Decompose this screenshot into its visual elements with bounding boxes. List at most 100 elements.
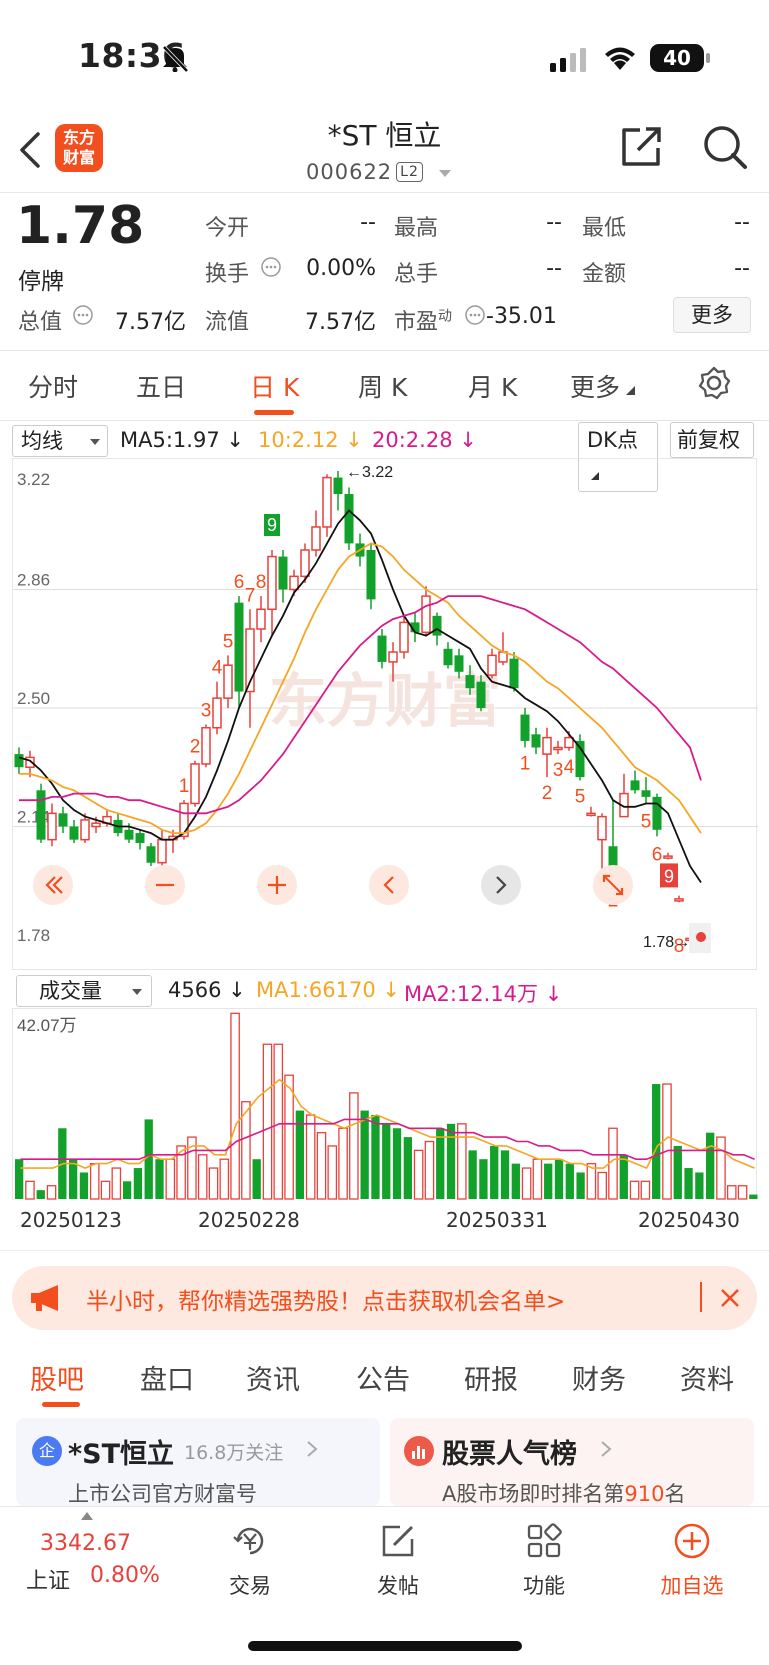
volume-bar-up: [46, 1185, 57, 1200]
tab-finance[interactable]: 财务: [572, 1358, 626, 1397]
volume-bar-down: [490, 1145, 499, 1199]
candle-body-up: [91, 822, 101, 828]
candle-body-up: [80, 819, 90, 841]
more-button[interactable]: 更多: [673, 297, 751, 333]
pe-value: -35.01: [486, 304, 557, 329]
candle-body-down: [278, 556, 288, 590]
card-right-title: 股票人气榜: [442, 1439, 577, 1470]
volume-bar-up: [597, 1171, 607, 1200]
tab-monthly-k[interactable]: 月 K: [468, 368, 517, 404]
tab-daily-k[interactable]: 日 K: [250, 368, 299, 404]
tab-more[interactable]: 更多: [570, 368, 636, 404]
volume-bar-up: [640, 1180, 651, 1200]
candle-body-down: [443, 648, 453, 666]
info-icon[interactable]: [464, 304, 486, 326]
search-icon[interactable]: [702, 124, 748, 170]
official-account-card[interactable]: 企 *ST恒立 16.8万关注 上市公司官方财富号: [16, 1418, 380, 1506]
info-icon[interactable]: [72, 304, 94, 326]
share-icon[interactable]: [618, 124, 664, 170]
index-value[interactable]: 3342.67: [40, 1531, 131, 1556]
ma5-value: MA5:1.97: [120, 428, 220, 452]
volume-bar-down: [511, 1163, 520, 1199]
candle-body-up: [586, 812, 596, 817]
candle-body-down: [36, 790, 46, 840]
float-label: 流值: [205, 310, 250, 335]
volume-bar-down: [36, 1190, 45, 1199]
ma-legend-bar: 均线 MA5:1.97 ↓ 10:2.12 ↓ 20:2.28 ↓ DK点 前复…: [0, 422, 769, 492]
rank-number: 910: [624, 1482, 665, 1506]
volume-bar-down: [673, 1145, 682, 1199]
volume-bar-down: [468, 1150, 477, 1199]
volume-bar-up: [586, 1162, 597, 1200]
tab-five-day[interactable]: 五日: [136, 368, 186, 404]
volume-bar-up: [327, 1145, 338, 1200]
kline-chart[interactable]: 3.222.862.502.141.78东方财富1234567891234525…: [12, 458, 758, 971]
date-label-2: 20250228: [198, 1208, 300, 1232]
rank-suffix: 名: [664, 1482, 686, 1506]
close-icon[interactable]: [718, 1286, 742, 1310]
candle-body-down: [465, 675, 475, 689]
info-icon[interactable]: [260, 256, 282, 278]
volume-bar-up: [111, 1167, 122, 1200]
next-button[interactable]: [481, 865, 521, 905]
volume-bar-up: [608, 1127, 618, 1200]
candle-body-up: [289, 575, 299, 591]
candle-body-down: [531, 734, 541, 748]
nav-trade[interactable]: 交易: [200, 1521, 300, 1600]
last-price-label: 1.78→: [643, 934, 690, 951]
megaphone-icon: [31, 1285, 58, 1311]
volume-bar-up: [230, 1012, 240, 1200]
vol-ma2-value: MA2:12.14万: [404, 982, 539, 1006]
candle-body-down: [333, 477, 343, 495]
nav-add-watchlist[interactable]: 加自选: [642, 1521, 742, 1600]
banner-separator: [700, 1282, 702, 1312]
nav-functions[interactable]: 功能: [494, 1521, 594, 1600]
td-label: 9: [267, 515, 277, 535]
float-value: 7.57亿: [305, 310, 376, 335]
td-label: 3: [201, 700, 212, 721]
stock-code-row[interactable]: 000622 L2: [306, 160, 453, 184]
volume-bar-down: [652, 1084, 661, 1199]
tab-announcements[interactable]: 公告: [356, 1358, 410, 1397]
popularity-card[interactable]: 股票人气榜 A股市场即时排名第910名: [390, 1418, 754, 1506]
nav-add-label: 加自选: [660, 1574, 724, 1598]
volume-bar-up: [338, 1127, 348, 1200]
caret-down-icon: [438, 170, 451, 177]
candle-body-down: [234, 602, 244, 692]
nav-post-label: 发帖: [377, 1574, 419, 1598]
volume-bar-up: [219, 1158, 230, 1200]
tab-weekly-k[interactable]: 周 K: [358, 368, 407, 404]
volume-bar-down: [749, 1194, 758, 1199]
volume-max-label: 42.07万: [17, 1016, 77, 1035]
td-label: 1: [179, 776, 190, 797]
volume-chart[interactable]: 42.07万: [12, 1008, 758, 1201]
nav-post[interactable]: 发帖: [348, 1521, 448, 1600]
promo-banner[interactable]: 半小时，帮你精选强势股！点击获取机会名单>: [12, 1266, 757, 1330]
volume-bar-down: [403, 1137, 412, 1199]
card-left-subtitle: 上市公司官方财富号: [68, 1482, 257, 1506]
volume-bar-down: [155, 1159, 164, 1199]
tab-profile[interactable]: 资料: [680, 1358, 734, 1397]
td-label: 2: [190, 737, 201, 758]
settings-gear-icon[interactable]: [697, 366, 731, 400]
card-left-title: *ST恒立: [68, 1439, 174, 1470]
kline-svg[interactable]: 3.222.862.502.141.78东方财富1234567891234525…: [13, 459, 758, 971]
volume-bar-up: [457, 1123, 467, 1200]
tab-pankou[interactable]: 盘口: [140, 1358, 194, 1397]
tab-news[interactable]: 资讯: [246, 1358, 300, 1397]
volume-indicator-select[interactable]: 成交量: [16, 975, 152, 1007]
volume-bar-down: [79, 1172, 89, 1199]
candle-body-up: [201, 727, 211, 765]
tab-guba[interactable]: 股吧: [30, 1358, 84, 1397]
volume-bar-down: [684, 1168, 693, 1199]
tab-intraday[interactable]: 分时: [28, 368, 78, 404]
indicator-select[interactable]: 均线: [12, 425, 108, 457]
pe-label-text: 市盈: [394, 310, 439, 335]
y-tick-label: 2.50: [17, 689, 50, 708]
volume-bar-down: [446, 1123, 456, 1199]
tab-research[interactable]: 研报: [464, 1358, 518, 1397]
prev-button[interactable]: [369, 865, 409, 905]
volume-svg[interactable]: 42.07万: [13, 1009, 758, 1201]
adjust-button[interactable]: 前复权: [670, 422, 754, 458]
ma10-legend: 10:2.12 ↓: [258, 428, 363, 452]
